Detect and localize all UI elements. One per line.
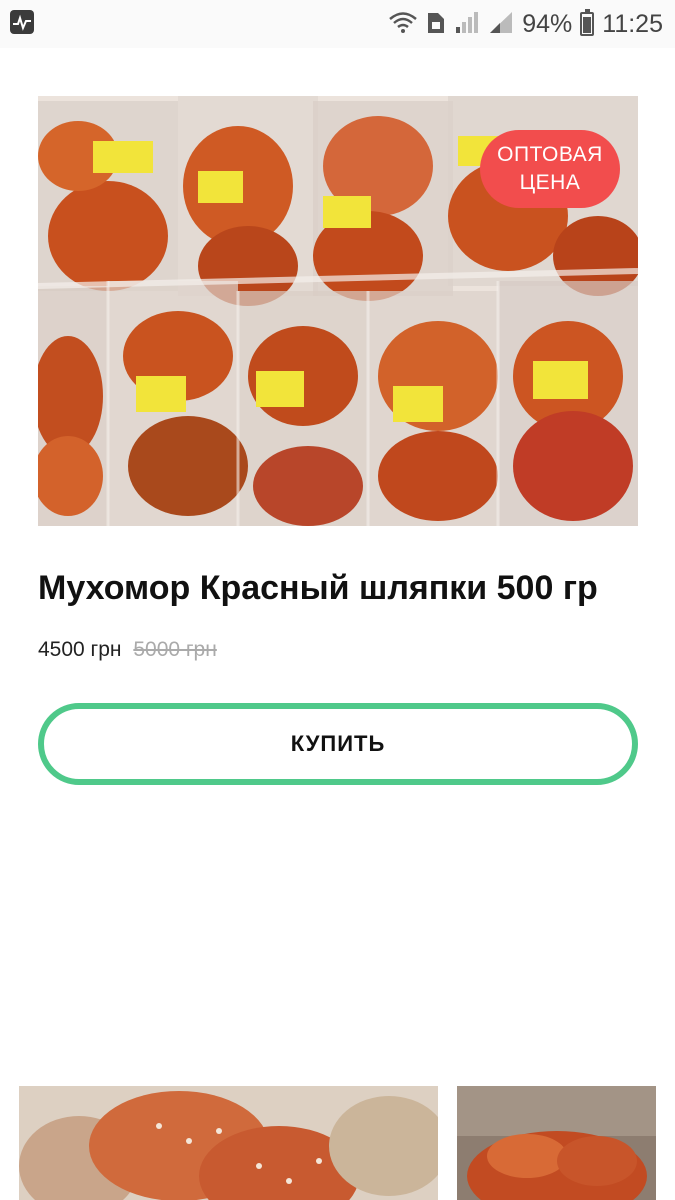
sim-card-icon (426, 9, 446, 40)
activity-icon (10, 10, 34, 34)
price-block: 4500 грн 5000 грн (38, 638, 217, 662)
signal-icon-1 (454, 10, 480, 39)
wholesale-badge: ОПТОВАЯ ЦЕНА (480, 130, 620, 208)
product-image[interactable]: ОПТОВАЯ ЦЕНА (38, 96, 638, 526)
buy-button[interactable]: КУПИТЬ (38, 703, 638, 785)
status-bar: 94% 11:25 (0, 0, 675, 48)
clock: 11:25 (602, 9, 663, 38)
product-thumbnail[interactable] (457, 1086, 656, 1200)
wifi-icon (388, 10, 418, 39)
battery-percent: 94% (522, 9, 573, 38)
product-title: Мухомор Красный шляпки 500 гр (38, 569, 598, 607)
battery-icon (580, 9, 595, 36)
old-price: 5000 грн (133, 638, 217, 661)
current-price: 4500 грн (38, 638, 122, 661)
product-thumbnail[interactable] (19, 1086, 438, 1200)
signal-icon-2 (488, 10, 514, 39)
